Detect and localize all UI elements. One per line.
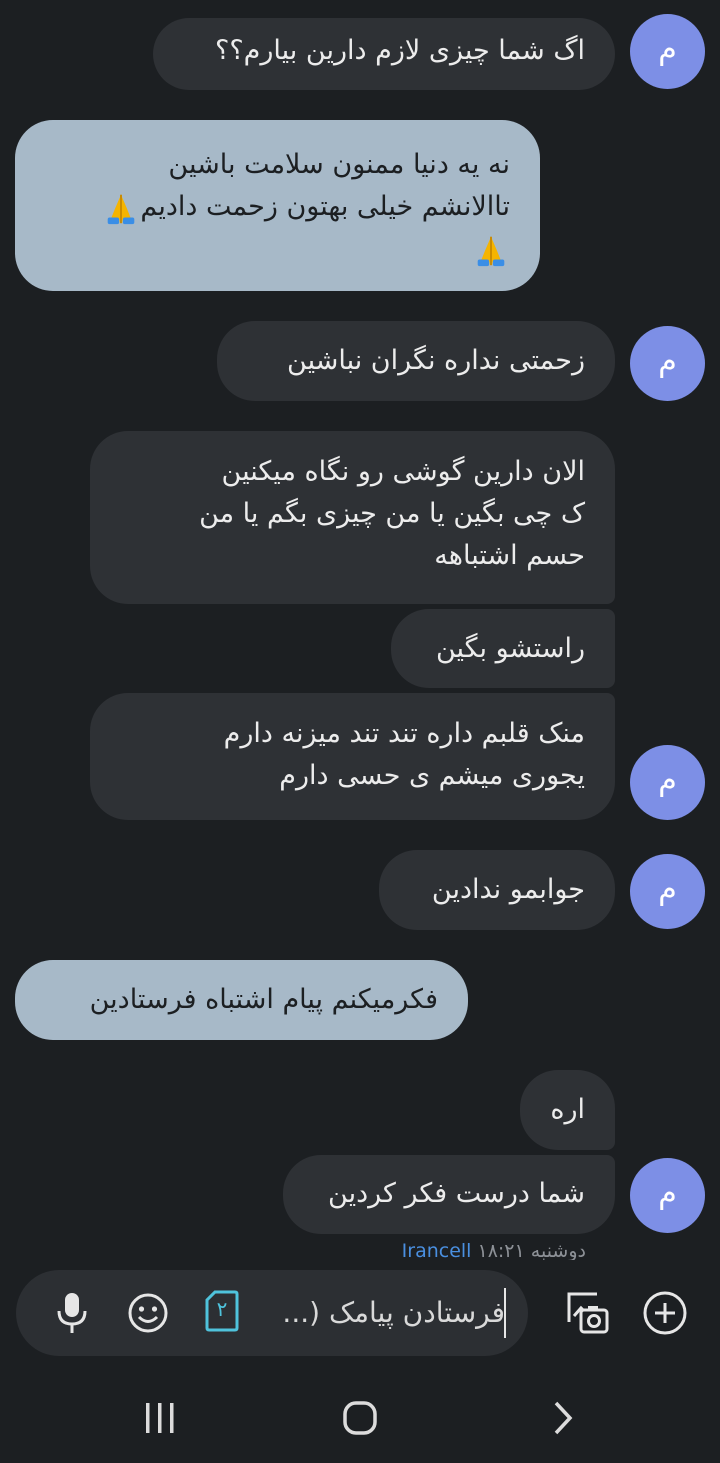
message-text [45,228,510,270]
pray-emoji-icon [108,194,135,224]
message-text: اگ شما چیزی لازم دارین بیارم؟؟ [215,35,585,66]
avatar-letter: م [658,872,677,907]
message-text-line: تاالانشم خیلی بهتون زحمت دادیم [140,191,510,222]
message-bubble[interactable]: فکرمیکنم پیام اشتباه فرستادین [15,960,468,1040]
message-text: جوابمو ندادین [431,874,585,905]
mic-icon[interactable] [52,1291,92,1335]
message-bubble[interactable]: اره [520,1070,615,1150]
message-bubble[interactable]: منک قلبم داره تند تند میزنه دارم یجوری م… [90,693,615,820]
add-icon[interactable] [642,1290,688,1336]
home-icon[interactable] [342,1400,378,1436]
message-bubble[interactable]: شما درست فکر کردین [283,1155,615,1234]
message-text: الان دارین گوشی رو نگاه میکنین [221,456,585,487]
avatar[interactable]: م [630,1158,705,1233]
text-caret [504,1288,506,1338]
message-text: راستشو بگین [435,633,585,664]
emoji-icon[interactable] [126,1291,170,1335]
avatar[interactable]: م [630,854,705,929]
message-text: یجوری میشم ی حسی دارم [279,760,585,791]
message-bubble[interactable]: زحمتی نداره نگران نباشین [217,321,615,401]
avatar-letter: م [658,344,677,379]
message-text: ک چی بگین یا من چیزی بگم یا من [199,498,585,529]
message-text: نه یه دنیا ممنون سلامت باشین [168,149,510,180]
message-text: تاالانشم خیلی بهتون زحمت دادیم [45,186,510,228]
sim-icon[interactable]: ۲ [205,1290,239,1332]
message-text: منک قلبم داره تند تند میزنه دارم [223,718,585,749]
message-bubble[interactable]: راستشو بگین [391,609,615,688]
message-text: اره [550,1094,585,1125]
avatar-letter: م [658,32,677,67]
gallery-camera-icon[interactable] [563,1288,611,1336]
message-text: حسم اشتباهه [434,540,585,571]
avatar[interactable]: م [630,14,705,89]
pray-emoji-icon [477,236,505,266]
sim-label: ۲ [216,1297,228,1321]
avatar[interactable]: م [630,326,705,401]
status-time: ۱۸:۲۱ [477,1240,525,1260]
message-text: فکرمیکنم پیام اشتباه فرستادین [89,984,438,1015]
message-bubble[interactable]: نه یه دنیا ممنون سلامت باشین تاالانشم خی… [15,120,540,291]
message-text: زحمتی نداره نگران نباشین [287,345,585,376]
message-input[interactable]: فرستادن پیامک (... [255,1290,505,1336]
recents-icon[interactable] [143,1400,177,1436]
navigation-bar [0,1380,720,1463]
status-day: دوشنبه [530,1240,586,1260]
message-bubble[interactable]: جوابمو ندادین [379,850,615,930]
message-bubble[interactable]: اگ شما چیزی لازم دارین بیارم؟؟ [153,18,615,90]
message-text: شما درست فکر کردین [328,1178,585,1209]
message-bubble[interactable]: الان دارین گوشی رو نگاه میکنین ک چی بگین… [90,431,615,604]
avatar[interactable]: م [630,745,705,820]
status-carrier: Irancell [401,1240,472,1260]
avatar-letter: م [658,763,677,798]
back-icon[interactable] [550,1400,576,1436]
avatar-letter: م [658,1176,677,1211]
message-status: دوشنبه ۱۸:۲۱ Irancell [360,1240,586,1260]
